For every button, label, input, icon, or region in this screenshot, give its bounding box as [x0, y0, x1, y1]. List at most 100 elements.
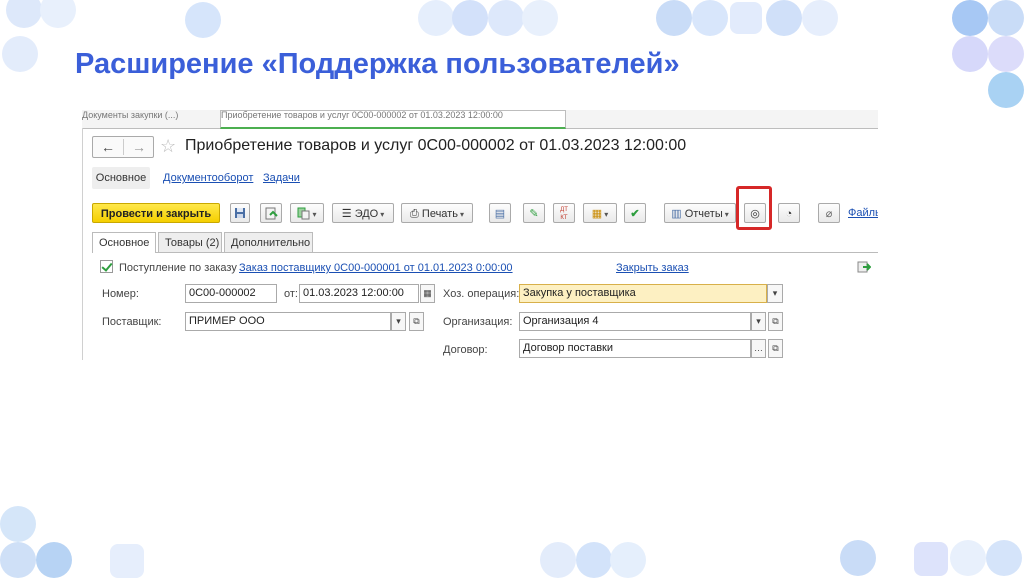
number-field[interactable]: 0С00-000002 [185, 284, 277, 303]
decor-dot [36, 542, 72, 578]
contract-label: Договор: [443, 344, 488, 356]
section-tasks[interactable]: Задачи [263, 171, 300, 185]
section-main[interactable]: Основное [92, 167, 150, 189]
close-order-link[interactable]: Закрыть заказ [616, 261, 689, 275]
check-icon: ✔ [630, 208, 640, 220]
supplier-label: Поставщик: [102, 316, 162, 328]
reports-label: Отчеты [684, 208, 723, 220]
save-button[interactable] [230, 203, 250, 223]
check-button[interactable]: ✔ [624, 203, 646, 223]
slide-title: Расширение «Поддержка пользователей» [75, 48, 680, 80]
print-label: Печать [421, 208, 458, 220]
post-button[interactable] [260, 203, 282, 223]
section-docflow[interactable]: Документооборот [163, 171, 253, 185]
decor-dot [952, 36, 988, 72]
supplier-open-button[interactable]: ⧉ [409, 312, 424, 331]
supplier-field[interactable]: ПРИМЕР ООО [185, 312, 391, 331]
star-icon[interactable]: ☆ [160, 136, 176, 156]
order-checkbox-label: Поступление по заказу [119, 262, 237, 274]
contract-select-button[interactable]: … [751, 339, 766, 358]
org-label: Организация: [443, 316, 513, 328]
decor-dot [802, 0, 838, 36]
print-button[interactable]: ⎙ Печать ▾ [401, 203, 473, 223]
decor-dot [656, 0, 692, 36]
decor-dot [540, 542, 576, 578]
post-icon [265, 207, 278, 220]
form-tab-goods[interactable]: Товары (2) [158, 232, 222, 252]
journal-icon: ▤ [494, 208, 506, 220]
dtkt-icon: ДТ КТ [560, 207, 568, 221]
contract-field[interactable]: Договор поставки [519, 339, 751, 358]
org-open-button[interactable]: ⧉ [768, 312, 783, 331]
decor-dot [185, 2, 221, 38]
decor-dot [766, 0, 802, 36]
attachment-menu-button[interactable]: ▦ ▾ [583, 203, 617, 223]
chevron-down-icon: ▾ [396, 316, 401, 326]
number-label: Номер: [102, 288, 139, 300]
decor-dot [6, 0, 42, 28]
contract-open-button[interactable]: ⧉ [768, 339, 783, 358]
support-history-button[interactable]: ◔ [778, 203, 800, 223]
org-field[interactable]: Организация 4 [519, 312, 751, 331]
sign-icon: ✎ [529, 208, 539, 220]
decor-dot [452, 0, 488, 36]
refresh-icon[interactable] [857, 260, 871, 274]
decor-dot [488, 0, 524, 36]
decor-dot [522, 0, 558, 36]
forward-button[interactable]: → [124, 138, 154, 156]
order-link[interactable]: Заказ поставщику 0С00-000001 от 01.01.20… [239, 261, 513, 275]
left-border [82, 128, 83, 360]
document-title: Приобретение товаров и услуг 0С00-000002… [185, 137, 687, 154]
nav-buttons: ← → [92, 136, 154, 158]
tab-divider [92, 252, 878, 253]
date-field[interactable]: 01.03.2023 12:00:00 [299, 284, 419, 303]
decor-dot [0, 542, 36, 578]
ellipsis-icon: … [754, 343, 763, 353]
supplier-dropdown-button[interactable]: ▾ [391, 312, 406, 331]
calendar-button[interactable]: ▦ [420, 284, 435, 303]
dtkt-button[interactable]: ДТ КТ [553, 203, 575, 223]
attachment-menu-icon: ▦ [591, 208, 603, 220]
edo-button[interactable]: ☰ ЭДО ▾ [332, 203, 394, 223]
create-based-on-button[interactable]: ▾ [290, 203, 324, 223]
decor-dot [2, 36, 38, 72]
support-history-icon: ◔ [785, 208, 793, 220]
form-tab-extra[interactable]: Дополнительно [224, 232, 313, 252]
decor-square [914, 542, 948, 576]
files-link[interactable]: Файлы [848, 207, 878, 219]
reports-icon: ▥ [671, 208, 682, 220]
decor-dot [988, 36, 1024, 72]
chevron-down-icon: ▾ [772, 288, 778, 298]
edo-icon: ☰ [341, 208, 352, 220]
decor-dot [988, 72, 1024, 108]
chevron-down-icon: ▾ [756, 316, 761, 326]
attach-file-button[interactable]: ⌀ [818, 203, 840, 223]
operation-dropdown-button[interactable]: ▾ [767, 284, 783, 303]
decor-dot [840, 540, 876, 576]
window-tab-purchase-docs[interactable]: Документы закупки (...) [82, 110, 216, 122]
window-tabstrip: Документы закупки (...) Приобретение тов… [82, 110, 878, 129]
open-icon: ⧉ [772, 316, 779, 326]
calendar-icon: ▦ [423, 288, 432, 298]
save-icon [235, 208, 245, 218]
edo-label: ЭДО [354, 208, 379, 220]
post-and-close-button[interactable]: Провести и закрыть [92, 203, 220, 223]
from-label: от: [284, 288, 298, 300]
order-checkbox[interactable] [100, 260, 113, 273]
decor-dot [988, 0, 1024, 36]
journal-button[interactable]: ▤ [489, 203, 511, 223]
app-screenshot: Документы закупки (...) Приобретение тов… [82, 110, 878, 360]
org-dropdown-button[interactable]: ▾ [751, 312, 766, 331]
paperclip-icon: ⌀ [825, 208, 833, 220]
decor-dot [40, 0, 76, 28]
open-icon: ⧉ [772, 343, 779, 353]
decor-dot [692, 0, 728, 36]
window-tab-current-doc[interactable]: Приобретение товаров и услуг 0С00-000002… [220, 110, 566, 129]
back-button[interactable]: ← [93, 138, 123, 156]
sign-button[interactable]: ✎ [523, 203, 545, 223]
decor-dot [610, 542, 646, 578]
reports-button[interactable]: ▥ Отчеты ▾ [664, 203, 736, 223]
form-tab-main[interactable]: Основное [92, 232, 156, 253]
create-based-icon [297, 207, 310, 220]
operation-field[interactable]: Закупка у поставщика [519, 284, 767, 303]
